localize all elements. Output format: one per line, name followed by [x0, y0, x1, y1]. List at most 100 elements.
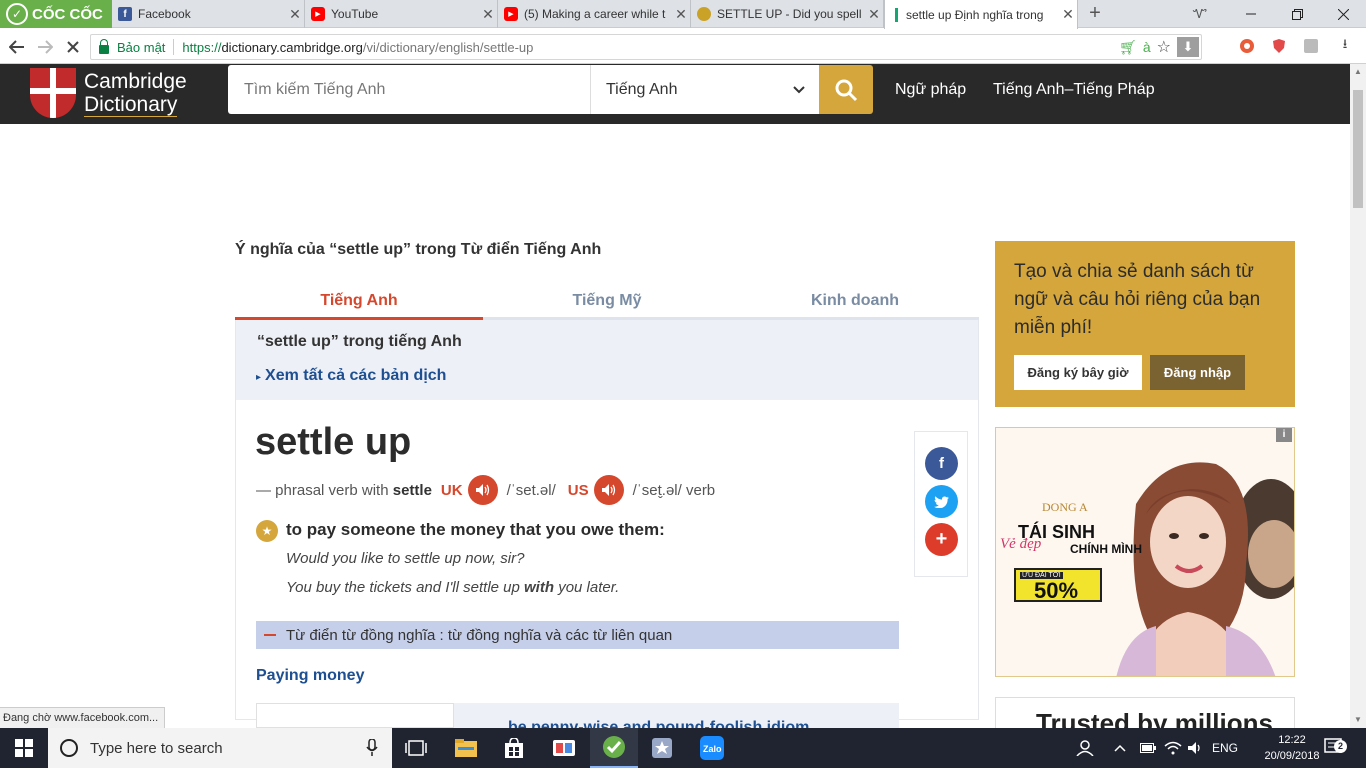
input-language-indicator[interactable]: ENG — [1212, 728, 1238, 768]
wifi-icon[interactable] — [1164, 728, 1182, 768]
search-input[interactable]: Tìm kiếm Tiếng Anh — [228, 65, 590, 114]
promo-text: Tạo và chia sẻ danh sách từ ngữ và câu h… — [1014, 261, 1261, 338]
close-window-button[interactable] — [1320, 0, 1366, 28]
store-bag-icon — [505, 738, 523, 758]
close-tab-icon[interactable]: ✕ — [286, 6, 304, 23]
download-icon[interactable]: ⭳ — [1336, 36, 1354, 55]
clock-time: 12:22 — [1278, 734, 1306, 746]
site-logo-text[interactable]: Cambridge Dictionary — [84, 70, 187, 117]
close-tab-icon[interactable]: ✕ — [672, 6, 690, 23]
browser-status-bar: Đang chờ www.facebook.com... — [0, 707, 166, 728]
battery-icon[interactable] — [1140, 728, 1156, 768]
task-view-button[interactable] — [392, 728, 440, 768]
bee-icon — [697, 7, 711, 21]
tab-business[interactable]: Kinh doanh — [731, 288, 979, 320]
tab-youtube[interactable]: ▶ YouTube ✕ — [305, 0, 498, 28]
chrome-extension-icon[interactable] — [1238, 37, 1256, 55]
zalo-app[interactable]: Zalo — [688, 728, 736, 768]
topic-link[interactable]: Paying money — [256, 667, 364, 685]
tab-cambridge-active[interactable]: settle up Định nghĩa trong ✕ — [884, 0, 1078, 29]
thesaurus-toggle[interactable]: Từ điển từ đồng nghĩa : từ đồng nghĩa và… — [256, 621, 899, 649]
stop-icon — [67, 41, 79, 53]
back-button[interactable] — [6, 36, 28, 58]
shield-icon[interactable] — [1270, 37, 1288, 55]
us-audio-button[interactable] — [593, 475, 624, 505]
start-button[interactable] — [0, 728, 48, 768]
unikey-app[interactable] — [638, 728, 686, 768]
nav-english-french[interactable]: Tiếng Anh–Tiếng Pháp — [993, 81, 1155, 99]
speaker-icon — [601, 484, 615, 496]
facebook-share-button[interactable]: f — [925, 447, 958, 480]
system-clock[interactable]: 12:22 20/09/2018 — [1262, 732, 1322, 764]
file-explorer-app[interactable] — [442, 728, 490, 768]
vietnamese-input-icon[interactable]: à — [1143, 39, 1151, 55]
uk-audio-button[interactable] — [467, 475, 498, 505]
close-tab-icon[interactable]: ✕ — [1059, 6, 1077, 23]
tab-youtube-video[interactable]: ▶ (5) Making a career while t ✕ — [498, 0, 691, 28]
store-app[interactable] — [490, 728, 538, 768]
bookmark-star-icon[interactable]: ☆ — [1157, 37, 1171, 57]
stop-loading-button[interactable] — [62, 36, 84, 58]
shopping-cart-icon[interactable]: 🛒︎ — [1119, 39, 1137, 56]
volume-icon[interactable] — [1188, 728, 1204, 768]
windows-logo-icon — [15, 739, 33, 757]
browser-toolbar: Bảo mật https://dictionary.cambridge.org… — [0, 29, 1366, 64]
coccoc-logo-icon: ✓ — [6, 3, 28, 25]
tab-facebook[interactable]: f Facebook ✕ — [112, 0, 305, 28]
tab-american[interactable]: Tiếng Mỹ — [483, 288, 731, 320]
address-bar[interactable]: Bảo mật https://dictionary.cambridge.org… — [90, 34, 1202, 60]
unikey-icon — [652, 738, 672, 758]
twitter-icon — [934, 495, 949, 508]
cambridge-crest-logo[interactable] — [30, 68, 76, 118]
dictionary-select[interactable]: Tiếng Anh — [590, 65, 819, 114]
tab-settle-up-spell[interactable]: SETTLE UP - Did you spell i ✕ — [691, 0, 884, 28]
ad-script-text: Vẻ đẹp — [1000, 536, 1042, 552]
scroll-down-arrow-icon[interactable]: ▼ — [1350, 712, 1366, 728]
close-tab-icon[interactable]: ✕ — [479, 6, 497, 23]
advertisement-banner[interactable]: i DONG A TÁI SINH Vẻ đẹp CHÍNH MÌNH ƯU Đ… — [995, 427, 1295, 677]
microphone-icon[interactable] — [366, 738, 378, 761]
restore-button[interactable] — [1274, 0, 1320, 28]
close-tab-icon[interactable]: ✕ — [865, 6, 883, 23]
page-title: Ý nghĩa của “settle up” trong Từ điển Ti… — [235, 241, 602, 258]
minimize-button[interactable] — [1228, 0, 1274, 28]
people-icon[interactable] — [1076, 728, 1094, 768]
scrollbar-thumb[interactable] — [1353, 90, 1363, 208]
register-button[interactable]: Đăng ký bây giờ — [1014, 355, 1142, 390]
tab-english[interactable]: Tiếng Anh — [235, 288, 483, 320]
us-label: US — [567, 481, 589, 499]
nav-grammar[interactable]: Ngữ pháp — [895, 81, 966, 99]
address-bar-icons: 🛒︎ à ☆ ⬇ — [1119, 37, 1199, 57]
see-all-translations-link[interactable]: ▸ Xem tất cả các bản dịch — [256, 367, 446, 385]
ad-info-icon[interactable]: i — [1276, 428, 1292, 442]
new-tab-button[interactable]: + — [1084, 2, 1106, 25]
related-idiom-link[interactable]: be penny-wise and pound-foolish idiom — [508, 719, 809, 728]
example-sentence: Would you like to settle up now, sir? — [286, 550, 525, 567]
more-share-button[interactable]: + — [925, 523, 958, 556]
site-header: Cambridge Dictionary Tìm kiếm Tiếng Anh … — [0, 64, 1350, 124]
star-icon[interactable]: ★ — [256, 520, 278, 542]
base-word-link[interactable]: settle — [393, 482, 432, 499]
ad-model-photo — [1116, 462, 1294, 676]
page-scrollbar[interactable]: ▲ ▼ — [1350, 64, 1366, 728]
sync-icon[interactable] — [1302, 37, 1320, 55]
profile-icon[interactable]: Ꮙ — [1180, 0, 1220, 28]
scroll-up-arrow-icon[interactable]: ▲ — [1350, 64, 1366, 80]
lock-icon — [99, 38, 109, 54]
zalo-icon: Zalo — [700, 736, 724, 760]
taskbar-search-input[interactable]: Type here to search — [48, 728, 392, 768]
coccoc-brand-button[interactable]: ✓ CỐC CỐC — [0, 0, 112, 28]
trusted-text: Trusted by millions — [1036, 708, 1273, 728]
twitter-share-button[interactable] — [925, 485, 958, 518]
action-center-button[interactable]: 2 — [1324, 728, 1347, 768]
search-button[interactable] — [819, 65, 873, 114]
address-divider — [173, 39, 175, 55]
login-button[interactable]: Đăng nhập — [1150, 355, 1245, 390]
forward-button[interactable] — [34, 36, 56, 58]
related-words-box: be penny-wise and pound-foolish idiom — [256, 703, 899, 728]
show-hidden-icons-icon[interactable] — [1114, 728, 1126, 768]
media-app[interactable] — [540, 728, 588, 768]
youtube-icon: ▶ — [504, 7, 518, 21]
coccoc-browser-app[interactable] — [590, 728, 638, 768]
download-video-icon[interactable]: ⬇ — [1177, 37, 1199, 57]
